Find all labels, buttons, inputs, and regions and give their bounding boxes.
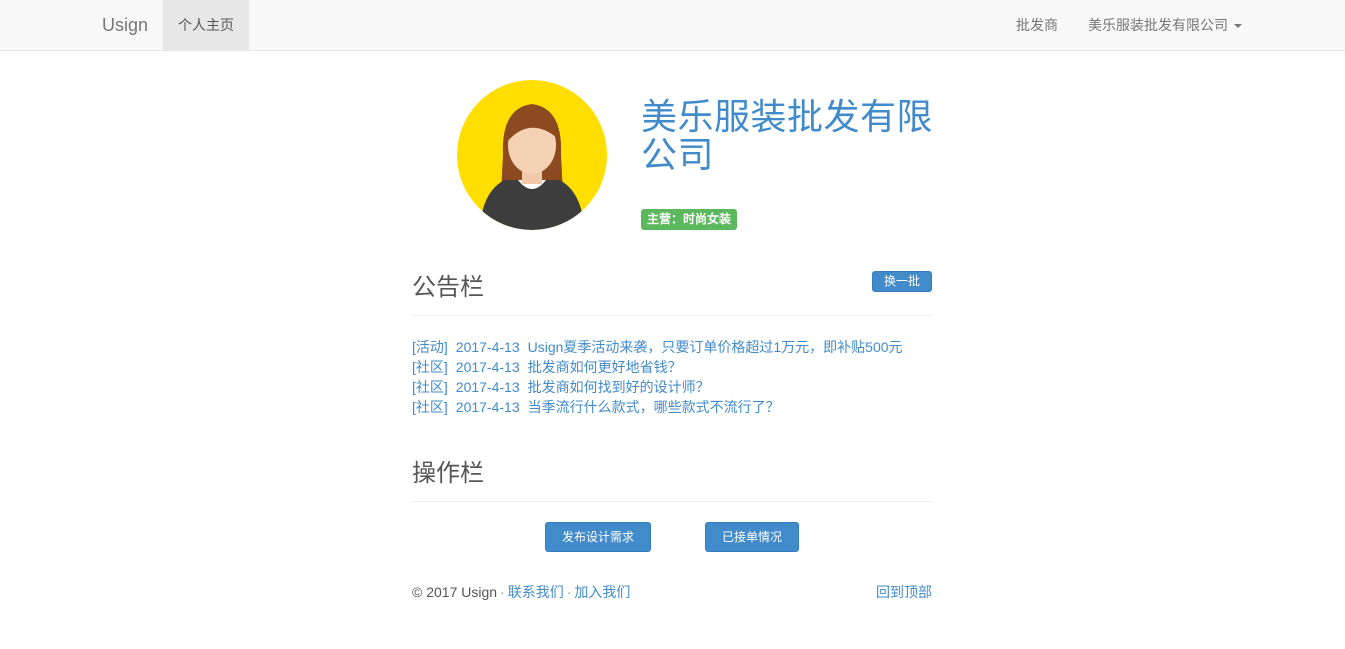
footer-separator: ·	[500, 584, 505, 600]
notice-link[interactable]: Usign夏季活动来袭，只要订单价格超过1万元，即补贴500元	[528, 339, 903, 355]
notice-link[interactable]: 当季流行什么款式，哪些款式不流行了？	[528, 399, 780, 415]
notice-link[interactable]: 批发商如何更好地省钱？	[528, 359, 682, 375]
notice-link[interactable]: 批发商如何找到好的设计师？	[528, 379, 710, 395]
caret-down-icon	[1234, 24, 1242, 29]
avatar	[457, 80, 607, 230]
notice-date[interactable]: 2017-4-13	[456, 379, 520, 395]
notice-date[interactable]: 2017-4-13	[456, 339, 520, 355]
notice-category[interactable]: [社区]	[412, 399, 448, 415]
join-us-link[interactable]: 加入我们	[574, 584, 630, 600]
accepted-orders-button[interactable]: 已接单情况	[705, 522, 799, 552]
list-item: [社区] 2017-4-13 批发商如何更好地省钱？	[412, 357, 932, 377]
operations-title: 操作栏	[412, 460, 484, 487]
account-dropdown[interactable]: 美乐服装批发有限公司	[1088, 0, 1242, 50]
copyright-text: © 2017 Usign	[412, 584, 498, 600]
publish-design-request-button[interactable]: 发布设计需求	[545, 522, 651, 552]
refresh-notices-button[interactable]: 换一批	[872, 271, 932, 292]
notice-board-title: 公告栏	[412, 274, 484, 301]
notice-date[interactable]: 2017-4-13	[456, 359, 520, 375]
notice-category[interactable]: [社区]	[412, 359, 448, 375]
notice-category[interactable]: [活动]	[412, 339, 448, 355]
nav-link-wholesaler[interactable]: 批发商	[1016, 0, 1058, 50]
top-navbar: Usign 个人主页 批发商 美乐服装批发有限公司	[0, 0, 1345, 51]
tab-personal-home[interactable]: 个人主页	[163, 0, 249, 50]
company-name: 美乐服装批发有限公司	[641, 96, 934, 175]
footer-copyright: © 2017 Usign · 联系我们 · 加入我们	[412, 583, 630, 601]
woman-avatar-icon	[479, 104, 585, 230]
operations-divider	[412, 501, 932, 502]
brand-logo[interactable]: Usign	[102, 0, 148, 50]
contact-us-link[interactable]: 联系我们	[508, 584, 564, 600]
notice-date[interactable]: 2017-4-13	[456, 399, 520, 415]
list-item: [社区] 2017-4-13 当季流行什么款式，哪些款式不流行了？	[412, 397, 932, 417]
footer-separator: ·	[566, 584, 572, 600]
notice-list: [活动] 2017-4-13 Usign夏季活动来袭，只要订单价格超过1万元，即补贴…	[412, 337, 932, 417]
notice-category[interactable]: [社区]	[412, 379, 448, 395]
list-item: [社区] 2017-4-13 批发商如何找到好的设计师？	[412, 377, 932, 397]
list-item: [活动] 2017-4-13 Usign夏季活动来袭，只要订单价格超过1万元，即补贴…	[412, 337, 932, 357]
notice-divider	[412, 315, 932, 316]
back-to-top-link[interactable]: 回到顶部	[876, 583, 932, 601]
main-business-badge: 主营：时尚女装	[641, 209, 738, 230]
account-name: 美乐服装批发有限公司	[1088, 17, 1228, 33]
